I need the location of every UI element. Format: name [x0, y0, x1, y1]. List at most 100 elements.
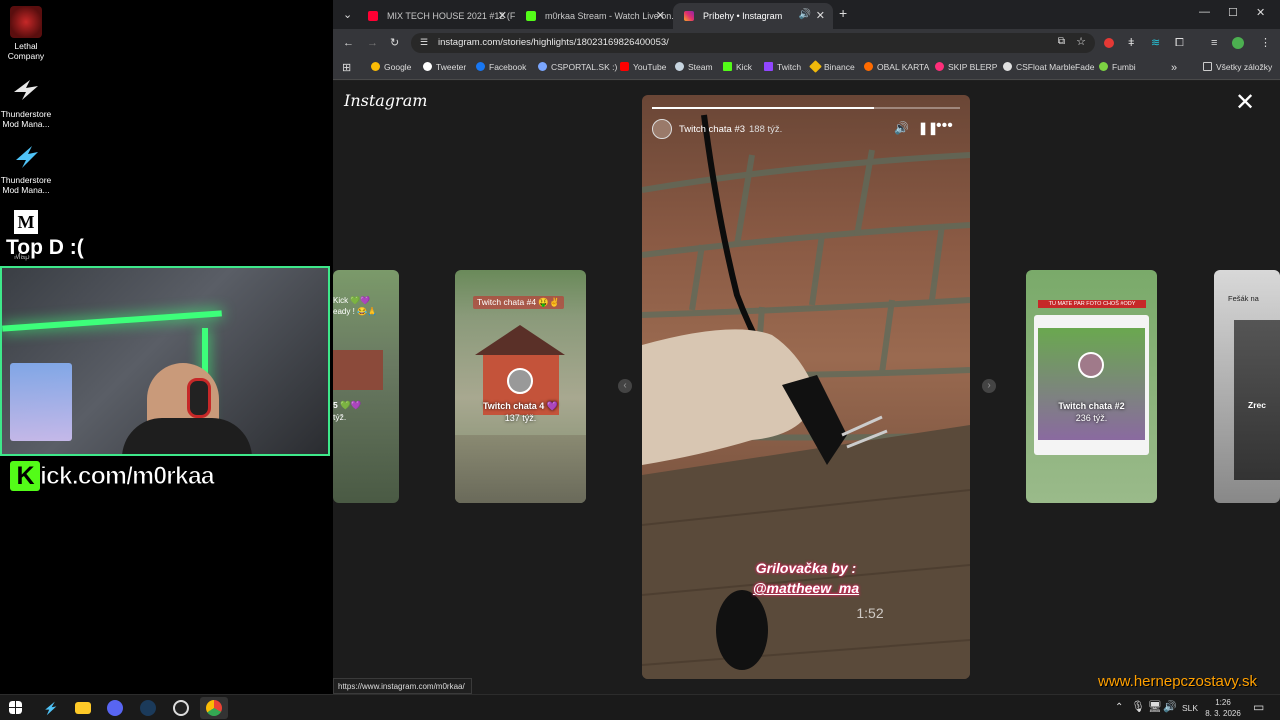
url-omnibox[interactable]: ☰ instagram.com/stories/highlights/18023… [411, 33, 1095, 53]
card-header: TU MATE PAR FOTO CHOŠ #ODY [1038, 300, 1146, 308]
lethal-company-icon [10, 6, 42, 38]
tab-instagram[interactable]: Príbehy • Instagram 🔊 ✕ [673, 3, 833, 29]
story-title[interactable]: Twitch chata #3 [679, 124, 745, 135]
bookmark-csfloat[interactable]: CSFloat MarbleFade [1003, 62, 1094, 72]
file-explorer-icon[interactable] [75, 702, 91, 714]
volume-icon[interactable]: 🔊 [1163, 701, 1177, 713]
microphone-icon[interactable]: 🎙 [1131, 701, 1145, 713]
instagram-logo[interactable]: Instagram [344, 91, 427, 110]
reload-icon[interactable]: ↻ [390, 37, 399, 49]
minimize-icon[interactable]: — [1199, 6, 1210, 18]
mute-icon[interactable]: 🔊 [894, 121, 909, 135]
desktop-icon-lethal-company[interactable]: Lethal Company [0, 6, 52, 61]
chevron-right-icon[interactable]: » [1171, 62, 1177, 74]
desktop-icon-partial[interactable]: M [14, 210, 38, 234]
site-info-icon[interactable]: ☰ [420, 37, 428, 48]
tab-kick[interactable]: m0rkaa Stream - Watch Live on... ✕ [515, 3, 673, 29]
address-bar-row: ← → ↻ ☰ instagram.com/stories/highlights… [333, 29, 1280, 57]
tab-label: Príbehy • Instagram [703, 11, 783, 21]
tab-menu-icon[interactable]: ≡ [1211, 37, 1217, 49]
desktop-icon-thunderstore-1[interactable]: Thunderstore Mod Mana... [0, 74, 52, 129]
windows-start-icon[interactable] [9, 701, 22, 714]
bookmark-obal-karta[interactable]: OBAL KARTA [864, 62, 929, 72]
language-indicator[interactable]: SLK [1182, 703, 1198, 713]
bookmark-google[interactable]: Google [371, 62, 411, 72]
card-age: 137 týž. [504, 413, 537, 423]
youtube-icon [620, 62, 629, 71]
bookmark-tweeter[interactable]: Tweeter [423, 62, 466, 72]
bookmark-steam[interactable]: Steam [675, 62, 713, 72]
close-window-icon[interactable]: ✕ [1256, 7, 1265, 19]
extension-icon[interactable]: ǂ [1128, 37, 1134, 49]
profile-avatar[interactable] [1232, 37, 1244, 49]
close-icon[interactable]: ✕ [498, 9, 507, 22]
extension-red-icon[interactable] [1104, 38, 1114, 48]
card-text: Kick 💚💜 [333, 296, 371, 305]
close-icon[interactable]: ✕ [656, 9, 665, 22]
bookmark-youtube[interactable]: YouTube [620, 62, 666, 72]
obs-icon[interactable] [173, 700, 189, 716]
bookmark-star-icon[interactable]: ☆ [1076, 35, 1086, 48]
chrome-icon[interactable] [200, 697, 228, 719]
steam-icon[interactable] [140, 700, 156, 716]
story-card-twitch-chata-4[interactable]: Twitch chata #4 🤑✌️ Twitch chata 4 💜 137… [455, 270, 586, 503]
back-icon[interactable]: ← [343, 37, 354, 49]
maximize-icon[interactable]: ☐ [1228, 7, 1238, 19]
bookmark-kick[interactable]: Kick [723, 62, 752, 72]
story-author-avatar[interactable] [652, 119, 672, 139]
instagram-favicon [684, 11, 694, 21]
bookmark-twitch[interactable]: Twitch [764, 62, 801, 72]
bookmark-skip-blerp[interactable]: SKIP BLERP [935, 62, 997, 72]
close-icon[interactable]: ✕ [816, 9, 825, 22]
thunderstore-taskbar-icon[interactable] [45, 701, 57, 716]
active-story[interactable]: Twitch chata #3 188 týž. 🔊 ❚❚ ••• Grilov… [642, 95, 970, 679]
desktop-icon-thunderstore-2[interactable]: Thunderstore Mod Mana... [0, 140, 52, 195]
discord-icon[interactable] [107, 700, 123, 716]
story-card-right-partial[interactable]: Fešák na Zrec [1214, 270, 1280, 503]
bookmark-binance[interactable]: Binance [809, 60, 855, 73]
caption-mention[interactable]: @mattheew_ma [642, 580, 970, 596]
notifications-icon[interactable]: ▭ [1253, 701, 1264, 713]
clock[interactable]: 1:26 8. 3. 2026 [1203, 697, 1243, 719]
next-story-icon[interactable]: › [982, 379, 996, 393]
folder-icon [1203, 62, 1212, 71]
apps-grid-icon[interactable]: ⊞ [342, 62, 351, 74]
network-icon[interactable]: 🖥 [1148, 701, 1162, 713]
tab-label: MIX TECH HOUSE 2021 #12 (Fi... [387, 11, 515, 21]
puzzle-icon[interactable]: ⧠ [1175, 37, 1184, 49]
url-text: instagram.com/stories/highlights/1802316… [438, 37, 669, 48]
extension-teal-icon[interactable]: ≋ [1151, 37, 1160, 49]
thunderstore-icon [10, 74, 42, 106]
story-card-left-partial[interactable]: Kick 💚💜 eady ! 😂🙏 5 💚💜 týž. [333, 270, 399, 503]
bookmark-facebook[interactable]: Facebook [476, 62, 526, 72]
card-age: týž. [333, 412, 347, 422]
taskbar: ⌃ 🎙 🖥 🔊 SLK 1:26 8. 3. 2026 ▭ [0, 694, 1280, 720]
twitch-icon [764, 62, 773, 71]
tray-chevron-icon[interactable]: ⌃ [1115, 702, 1123, 714]
tab-search-icon[interactable]: ⌄ [343, 9, 352, 21]
bookmark-fumbi[interactable]: Fumbi [1099, 62, 1136, 72]
kick-link-text: ick.com/m0rkaa [40, 462, 216, 491]
bookmark-csportal[interactable]: CSPORTAL.SK :) [538, 62, 617, 72]
overlay-top-text: Top D :( [6, 236, 84, 259]
new-tab-icon[interactable]: + [839, 6, 847, 20]
forward-icon[interactable]: → [367, 37, 378, 49]
bookmark-all-folder[interactable]: Všetky záložky [1203, 62, 1272, 72]
story-progress-track [652, 107, 960, 109]
clock-date: 8. 3. 2026 [1205, 709, 1241, 718]
story-card-twitch-chata-2[interactable]: TU MATE PAR FOTO CHOŠ #ODY Twitch chata … [1026, 270, 1157, 503]
tab-youtube[interactable]: MIX TECH HOUSE 2021 #12 (Fi... ✕ [357, 3, 515, 29]
install-icon[interactable]: ⧉ [1058, 36, 1065, 47]
story-progress-fill [652, 107, 874, 109]
speaker-icon[interactable]: 🔊 [799, 9, 811, 20]
card-age: 236 týž. [1075, 413, 1108, 423]
kick-link-banner: Kick.com/m0rkaa [10, 461, 216, 491]
more-options-icon[interactable]: ••• [936, 117, 953, 135]
desktop-icon-label: Thunderstore Mod Mana... [0, 109, 52, 129]
kebab-menu-icon[interactable]: ⋮ [1260, 37, 1271, 49]
close-story-icon[interactable]: ✕ [1235, 91, 1255, 115]
card-text: eady ! 😂🙏 [333, 307, 377, 316]
desktop-icon-label: Thunderstore Mod Mana... [0, 175, 52, 195]
steam-icon [675, 62, 684, 71]
previous-story-icon[interactable]: ‹ [618, 379, 632, 393]
